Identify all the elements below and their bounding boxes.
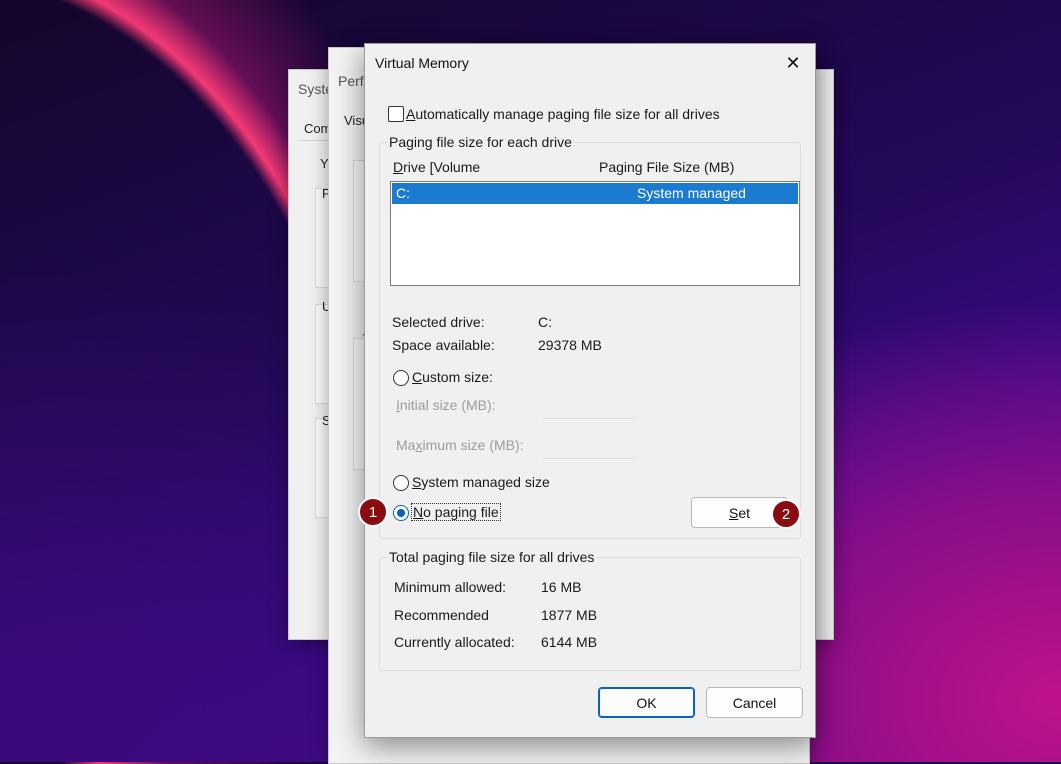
drive-list-drive: C:	[396, 185, 410, 201]
step-1-badge: 1	[358, 497, 388, 527]
currently-allocated-value: 6144 MB	[541, 634, 598, 650]
close-icon: ✕	[785, 52, 801, 73]
drive-accesskey: D	[393, 159, 404, 175]
close-button[interactable]: ✕	[771, 44, 815, 82]
initial-size-input[interactable]	[543, 396, 635, 419]
system-managed-accesskey: S	[412, 474, 422, 490]
recommended-label: Recommended	[394, 607, 489, 623]
column-size-header[interactable]: Paging File Size (MB)	[599, 159, 734, 175]
total-group-title: Total paging file size for all drives	[387, 549, 597, 565]
maximum-size-text: imum size (MB):	[422, 437, 524, 453]
auto-manage-accesskey: A	[406, 106, 416, 122]
initial-size-label: Initial size (MB):	[396, 397, 496, 413]
custom-size-accesskey: C	[412, 369, 423, 385]
cancel-button[interactable]: Cancel	[706, 687, 803, 718]
auto-manage-text: utomatically manage paging file size for…	[415, 106, 720, 122]
drive-list-row[interactable]: C: System managed	[392, 183, 798, 204]
ok-button[interactable]: OK	[598, 687, 695, 718]
initial-size-text: nitial size (MB):	[399, 397, 496, 413]
system-managed-label[interactable]: System managed size	[412, 474, 550, 490]
system-managed-text: ystem managed size	[421, 474, 550, 490]
selected-drive-label: Selected drive:	[392, 314, 485, 330]
maximum-size-input[interactable]	[543, 436, 635, 459]
set-text: et	[738, 504, 751, 521]
currently-allocated-label: Currently allocated:	[394, 634, 515, 650]
no-paging-text: o paging file	[423, 504, 499, 520]
custom-size-radio[interactable]	[393, 370, 409, 386]
system-managed-radio[interactable]	[393, 475, 409, 491]
dialog-title: Virtual Memory	[375, 55, 469, 71]
recommended-value: 1877 MB	[541, 607, 598, 623]
drive-header-text: rive [Volume	[403, 159, 481, 175]
maximum-size-label: Maximum size (MB):	[396, 437, 524, 453]
drive-list-size: System managed	[637, 185, 746, 201]
paging-group-title: Paging file size for each drive	[387, 134, 574, 150]
maximum-size-prefix: Ma	[396, 437, 416, 453]
no-paging-label[interactable]: No paging file	[411, 503, 501, 521]
custom-size-label[interactable]: Custom size:	[412, 369, 493, 385]
no-paging-radio[interactable]	[393, 505, 409, 521]
column-drive-header[interactable]: Drive [Volume	[393, 159, 480, 175]
custom-size-text: ustom size:	[422, 369, 493, 385]
space-available-value: 29378 MB	[538, 337, 602, 353]
set-accesskey: S	[728, 504, 739, 521]
drive-list[interactable]: C: System managed	[390, 181, 800, 286]
minimum-allowed-label: Minimum allowed:	[394, 579, 507, 595]
no-paging-accesskey: N	[413, 504, 424, 520]
auto-manage-checkbox[interactable]	[388, 106, 404, 122]
space-available-label: Space available:	[392, 337, 495, 353]
virtual-memory-dialog: Virtual Memory ✕ Automatically manage pa…	[364, 43, 816, 738]
auto-manage-label[interactable]: Automatically manage paging file size fo…	[406, 106, 720, 122]
minimum-allowed-value: 16 MB	[541, 579, 582, 595]
selected-drive-value: C:	[538, 314, 552, 330]
step-2-badge: 2	[771, 499, 801, 529]
